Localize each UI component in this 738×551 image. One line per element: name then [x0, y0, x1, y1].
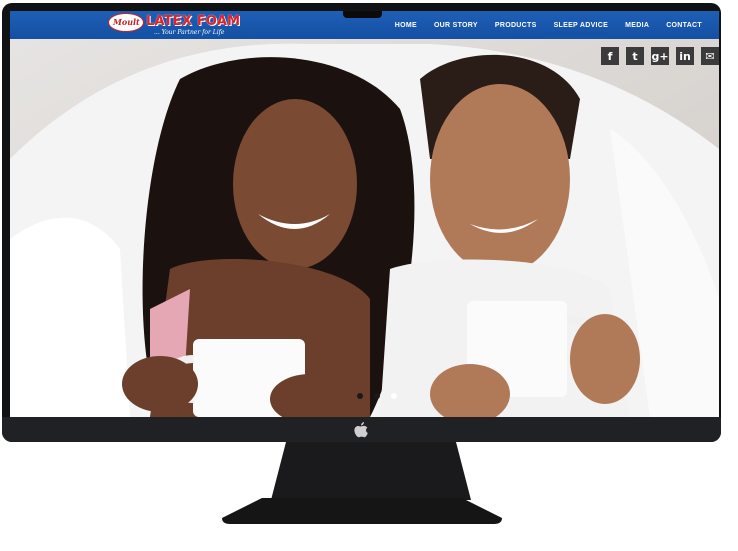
nav-contact[interactable]: CONTACT [666, 22, 702, 29]
nav-products[interactable]: PRODUCTS [495, 22, 537, 29]
nav-home[interactable]: HOME [395, 22, 417, 29]
social-links: f t g+ in ✉ [594, 47, 719, 65]
monitor-stand-base [222, 498, 502, 524]
nav-sleep-advice[interactable]: SLEEP ADVICE [554, 22, 609, 29]
email-icon[interactable]: ✉ [701, 47, 719, 65]
monitor-frame: Moult LATEX FOAM ... Your Partner for Li… [2, 3, 721, 442]
slider-pagination [357, 393, 408, 399]
facebook-icon[interactable]: f [601, 47, 619, 65]
slider-dot-1[interactable] [357, 393, 363, 399]
linkedin-icon[interactable]: in [676, 47, 694, 65]
nav-media[interactable]: MEDIA [625, 22, 649, 29]
website-screen: Moult LATEX FOAM ... Your Partner for Li… [10, 11, 719, 417]
twitter-icon[interactable]: t [626, 47, 644, 65]
slider-dot-2[interactable] [374, 393, 380, 399]
brand-logo-icon[interactable]: Moult [108, 13, 144, 32]
slider-dot-3[interactable] [391, 393, 397, 399]
monitor-camera [343, 11, 382, 18]
nav-our-story[interactable]: OUR STORY [434, 22, 478, 29]
brand-logo-text[interactable]: LATEX FOAM [146, 14, 240, 29]
brand-tagline: ... Your Partner for Life [154, 29, 225, 36]
monitor-stand-neck [271, 442, 471, 500]
google-plus-icon[interactable]: g+ [651, 47, 669, 65]
hero-slide-image [10, 39, 719, 417]
apple-logo-icon [354, 422, 368, 438]
main-nav: HOME OUR STORY PRODUCTS SLEEP ADVICE MED… [395, 11, 719, 39]
